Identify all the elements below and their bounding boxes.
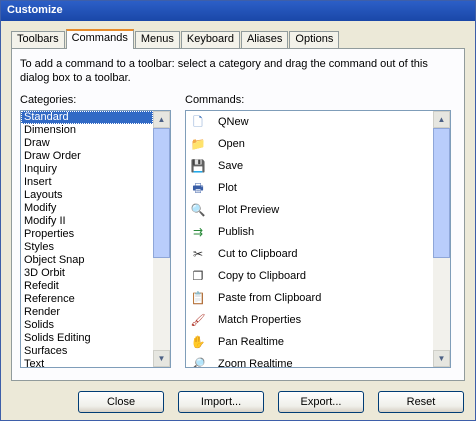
- folder-icon: 📁: [190, 137, 206, 151]
- command-item[interactable]: 🔎 Zoom Realtime: [186, 353, 433, 367]
- command-label: Plot: [218, 182, 237, 194]
- scroll-down-arrow-icon[interactable]: ▼: [153, 350, 170, 367]
- command-label: Zoom Realtime: [218, 358, 293, 367]
- categories-scrollbar[interactable]: ▲ ▼: [153, 111, 170, 367]
- tab-menus[interactable]: Menus: [134, 31, 180, 49]
- command-item[interactable]: ✋ Pan Realtime: [186, 331, 433, 353]
- category-item[interactable]: Refedit: [21, 280, 153, 293]
- category-item[interactable]: Object Snap: [21, 254, 153, 267]
- category-item[interactable]: Reference: [21, 293, 153, 306]
- title-bar: Customize: [1, 1, 475, 21]
- category-item[interactable]: Modify II: [21, 215, 153, 228]
- category-item[interactable]: Dimension: [21, 124, 153, 137]
- reset-button[interactable]: Reset: [378, 391, 464, 413]
- categories-items: Standard Dimension Draw Draw Order Inquiry In…: [21, 111, 153, 367]
- command-label: Open: [218, 138, 245, 150]
- command-item[interactable]: 🗋 QNew: [186, 111, 433, 133]
- command-label: QNew: [218, 116, 249, 128]
- new-document-icon: 🗋: [193, 115, 203, 129]
- command-item[interactable]: 💾 Save: [186, 155, 433, 177]
- command-item[interactable]: 📁 Open: [186, 133, 433, 155]
- categories-listbox[interactable]: Standard Dimension Draw Draw Order Inquiry In…: [20, 110, 171, 368]
- instructions-text: To add a command to a toolbar: select a …: [20, 58, 428, 84]
- command-label: Save: [218, 160, 244, 172]
- category-item[interactable]: Text: [21, 358, 153, 367]
- printer-icon: 🖶: [192, 181, 204, 195]
- category-item[interactable]: Layouts: [21, 189, 153, 202]
- paste-icon: 📋: [190, 291, 206, 305]
- tab-commands[interactable]: Commands: [65, 29, 134, 49]
- scissors-icon: ✂: [192, 247, 204, 261]
- command-label: Paste from Clipboard: [218, 292, 322, 304]
- category-item[interactable]: Draw Order: [21, 150, 153, 163]
- category-item[interactable]: Styles: [21, 241, 153, 254]
- category-item[interactable]: 3D Orbit: [21, 267, 153, 280]
- command-item[interactable]: 🖶 Plot: [186, 177, 433, 199]
- copy-icon: ❐: [192, 269, 204, 283]
- customize-dialog: Customize Toolbars Commands Menus Keyboa…: [0, 0, 476, 421]
- category-item[interactable]: Solids: [21, 319, 153, 332]
- command-item[interactable]: 📋 Paste from Clipboard: [186, 287, 433, 309]
- floppy-icon: 💾: [190, 159, 206, 173]
- category-item[interactable]: Inquiry: [21, 163, 153, 176]
- window-title: Customize: [7, 4, 63, 16]
- command-label: Plot Preview: [218, 204, 280, 216]
- category-item[interactable]: Render: [21, 306, 153, 319]
- scroll-thumb[interactable]: [153, 128, 170, 258]
- categories-label: Categories:: [20, 94, 77, 106]
- command-item[interactable]: 🔍 Plot Preview: [186, 199, 433, 221]
- zoom-icon: 🔎: [190, 357, 206, 367]
- import-button[interactable]: Import...: [178, 391, 264, 413]
- close-button[interactable]: Close: [78, 391, 164, 413]
- category-item[interactable]: Properties: [21, 228, 153, 241]
- tab-toolbars[interactable]: Toolbars: [11, 31, 65, 49]
- tab-options[interactable]: Options: [289, 31, 340, 49]
- command-label: Pan Realtime: [218, 336, 285, 348]
- commands-scrollbar[interactable]: ▲ ▼: [433, 111, 450, 367]
- commands-listbox[interactable]: 🗋 QNew 📁 Open 💾 Save 🖶 Plot 🔍 Plot Preview ⇉ Publis…: [185, 110, 451, 368]
- command-label: Publish: [218, 226, 255, 238]
- category-item[interactable]: Modify: [21, 202, 153, 215]
- category-item[interactable]: Solids Editing: [21, 332, 153, 345]
- command-item[interactable]: ❐ Copy to Clipboard: [186, 265, 433, 287]
- command-item[interactable]: ⇉ Publish: [186, 221, 433, 243]
- scroll-down-arrow-icon[interactable]: ▼: [433, 350, 450, 367]
- command-label: Cut to Clipboard: [218, 248, 298, 260]
- command-item[interactable]: 🖌 Match Properties: [186, 309, 433, 331]
- commands-label: Commands:: [185, 94, 245, 106]
- tab-strip: Toolbars Commands Menus Keyboard Aliases…: [11, 29, 340, 49]
- print-preview-icon: 🔍: [190, 203, 206, 217]
- command-label: Match Properties: [218, 314, 302, 326]
- category-item[interactable]: Insert: [21, 176, 153, 189]
- category-item[interactable]: Standard: [21, 111, 153, 124]
- command-item[interactable]: ✂ Cut to Clipboard: [186, 243, 433, 265]
- command-label: Copy to Clipboard: [218, 270, 307, 282]
- paintbrush-icon: 🖌: [190, 313, 206, 327]
- category-item[interactable]: Draw: [21, 137, 153, 150]
- scroll-up-arrow-icon[interactable]: ▲: [153, 111, 170, 128]
- tab-keyboard[interactable]: Keyboard: [180, 31, 240, 49]
- category-item[interactable]: Surfaces: [21, 345, 153, 358]
- publish-icon: ⇉: [192, 225, 204, 239]
- export-button[interactable]: Export...: [278, 391, 364, 413]
- commands-tab-panel: To add a command to a toolbar: select a …: [11, 48, 465, 381]
- hand-icon: ✋: [190, 335, 206, 349]
- scroll-up-arrow-icon[interactable]: ▲: [433, 111, 450, 128]
- scroll-thumb[interactable]: [433, 128, 450, 258]
- tab-aliases[interactable]: Aliases: [240, 31, 289, 49]
- commands-items: 🗋 QNew 📁 Open 💾 Save 🖶 Plot 🔍 Plot Preview ⇉ Publis…: [186, 111, 433, 367]
